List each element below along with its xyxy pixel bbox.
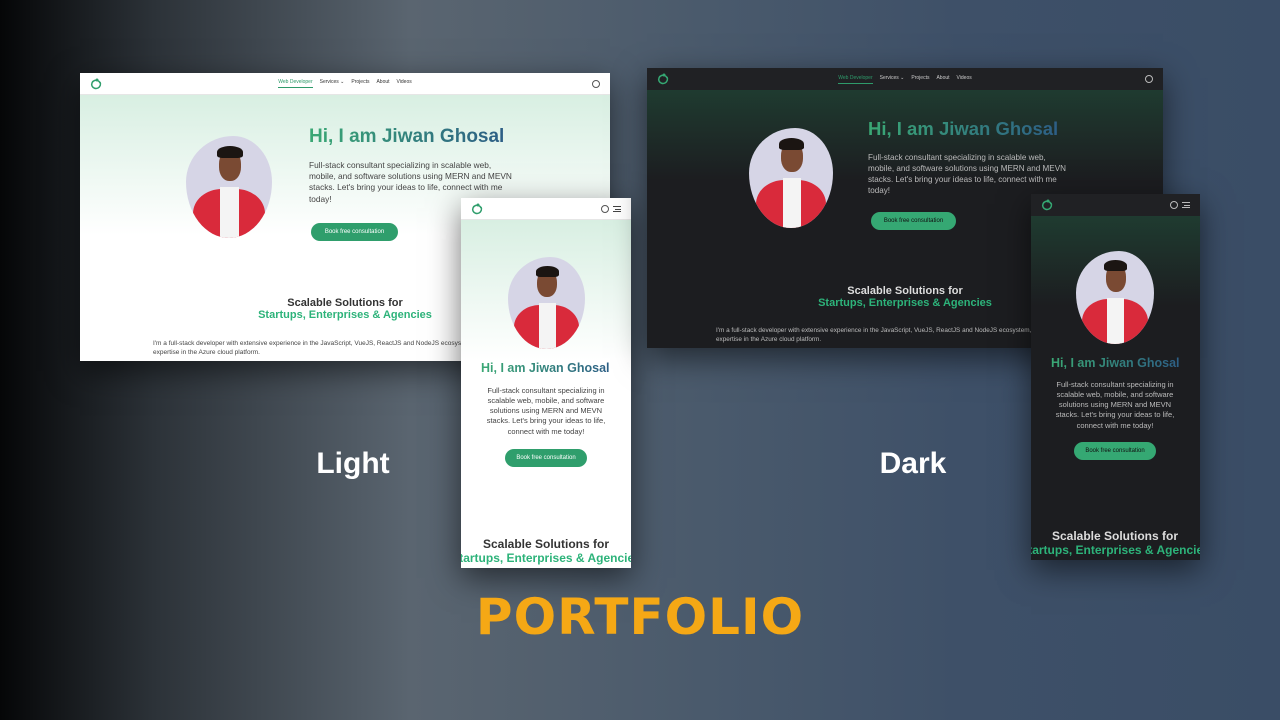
light-mobile-screenshot: Hi, I am Jiwan Ghosal Full-stack consult…	[461, 198, 631, 568]
nav-web-developer[interactable]: Web Developer	[278, 79, 313, 88]
mobile-navbar	[1031, 194, 1200, 216]
hamburger-menu-icon[interactable]	[613, 206, 621, 212]
section-heading: Scalable Solutions forStartups, Enterpri…	[1031, 529, 1200, 557]
github-icon[interactable]	[601, 205, 609, 213]
mobile-navbar	[461, 198, 631, 220]
section-heading: Scalable Solutions forStartups, Enterpri…	[258, 297, 432, 321]
about-paragraph: I'm a full-stack developer with extensiv…	[716, 327, 1032, 344]
about-paragraph: I'm a full-stack developer with extensiv…	[153, 340, 474, 357]
section-heading: Scalable Solutions forStartups, Enterpri…	[818, 285, 992, 309]
logo-icon[interactable]	[1040, 199, 1054, 211]
hero-description: Full-stack consultant specializing in sc…	[486, 386, 606, 436]
nav-videos[interactable]: Videos	[397, 79, 412, 88]
nav-videos[interactable]: Videos	[957, 75, 972, 84]
avatar	[508, 257, 585, 349]
hero-description: Full-stack consultant specializing in sc…	[868, 153, 1066, 195]
logo-icon[interactable]	[470, 203, 484, 215]
hero-title: Hi, I am Jiwan Ghosal	[868, 118, 1059, 139]
hero-title: Hi, I am Jiwan Ghosal	[481, 361, 610, 375]
github-icon[interactable]	[1170, 201, 1178, 209]
book-consultation-button[interactable]: Book free consultation	[871, 212, 956, 230]
navbar: Web Developer Services ⌄ Projects About …	[647, 68, 1163, 90]
nav-about[interactable]: About	[936, 75, 949, 84]
logo-icon[interactable]	[656, 73, 670, 85]
logo-icon[interactable]	[89, 78, 103, 90]
book-consultation-button[interactable]: Book free consultation	[1074, 442, 1156, 460]
navbar: Web Developer Services ⌄ Projects About …	[80, 73, 610, 95]
hero-description: Full-stack consultant specializing in sc…	[1055, 380, 1175, 430]
nav-projects[interactable]: Projects	[351, 79, 369, 88]
hero-title: Hi, I am Jiwan Ghosal	[1051, 356, 1180, 370]
avatar	[1076, 251, 1154, 344]
section-heading: Scalable Solutions forStartups, Enterpri…	[461, 537, 631, 565]
hero-title: Hi, I am Jiwan Ghosal	[309, 126, 505, 147]
github-icon[interactable]	[592, 80, 600, 88]
portfolio-headline: PORTFOLIO	[475, 588, 805, 646]
nav-about[interactable]: About	[376, 79, 389, 88]
github-icon[interactable]	[1145, 75, 1153, 83]
dark-mobile-screenshot: Hi, I am Jiwan Ghosal Full-stack consult…	[1031, 194, 1200, 560]
avatar	[186, 136, 272, 238]
dark-label: Dark	[879, 447, 947, 480]
nav-web-developer[interactable]: Web Developer	[838, 75, 873, 84]
book-consultation-button[interactable]: Book free consultation	[505, 449, 587, 467]
nav-services[interactable]: Services ⌄	[320, 79, 345, 88]
hamburger-menu-icon[interactable]	[1182, 202, 1190, 208]
nav-services[interactable]: Services ⌄	[880, 75, 905, 84]
avatar	[749, 128, 833, 228]
light-label: Light	[316, 447, 390, 480]
book-consultation-button[interactable]: Book free consultation	[311, 223, 398, 241]
nav-projects[interactable]: Projects	[911, 75, 929, 84]
